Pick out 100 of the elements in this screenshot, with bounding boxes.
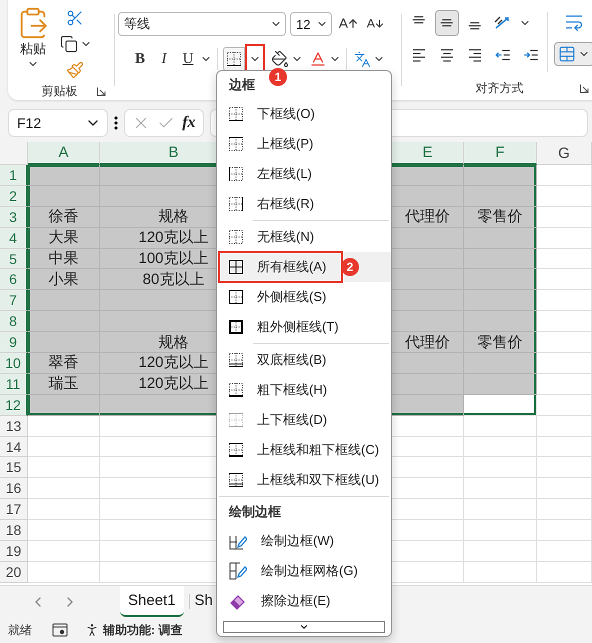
table-cell: 徐香 <box>28 206 100 228</box>
row-header[interactable]: 19 <box>0 541 28 562</box>
row-header[interactable]: 3 <box>0 206 28 228</box>
row-header[interactable]: 7 <box>0 290 28 312</box>
column-header[interactable]: F <box>464 142 537 165</box>
table-cell <box>537 416 592 437</box>
table-cell <box>28 541 100 562</box>
menu-item[interactable]: 上框线和双下框线(U) <box>217 465 391 495</box>
column-header[interactable]: E <box>392 142 464 165</box>
row-header[interactable]: 18 <box>0 520 28 542</box>
align-bottom-icon <box>468 22 482 30</box>
table-cell <box>392 269 464 290</box>
table-cell <box>537 165 592 186</box>
align-middle-button[interactable] <box>435 10 459 36</box>
row-header[interactable]: 8 <box>0 311 28 332</box>
border-top-icon <box>229 137 243 151</box>
table-cell <box>537 520 592 542</box>
group-label: 剪贴板 <box>42 82 78 100</box>
border-all-icon <box>229 260 243 274</box>
row-header[interactable]: 11 <box>0 374 28 395</box>
row-header[interactable]: 1 <box>0 165 28 186</box>
sheet-tab[interactable]: Sheet1 <box>120 586 184 617</box>
menu-item[interactable]: 绘制边框网格(G) <box>217 556 391 586</box>
table-cell <box>28 416 100 437</box>
border-top-double-bottom-icon <box>229 473 243 487</box>
row-header[interactable]: 6 <box>0 269 28 290</box>
row-header[interactable]: 17 <box>0 499 28 520</box>
menu-item[interactable]: 上框线和粗下框线(C) <box>217 435 391 465</box>
macro-record-icon[interactable] <box>52 623 68 637</box>
row-header[interactable]: 9 <box>0 332 28 354</box>
name-box[interactable]: F12 <box>8 109 108 137</box>
row-header[interactable]: 4 <box>0 228 28 249</box>
table-cell: 小果 <box>28 269 100 290</box>
row-header[interactable]: 2 <box>0 186 28 207</box>
row-header[interactable]: 10 <box>0 353 28 374</box>
table-cell: 大果 <box>28 228 100 249</box>
menu-item[interactable]: 下框线(O) <box>217 99 391 129</box>
row-header[interactable]: 13 <box>0 416 28 437</box>
table-cell <box>392 165 464 186</box>
insert-function-button[interactable]: fx <box>182 114 196 132</box>
border-double-bottom-icon <box>229 353 243 367</box>
sheet-tab[interactable]: Sh <box>194 586 213 617</box>
column-header[interactable]: G <box>537 142 592 165</box>
table-cell <box>537 499 592 520</box>
table-cell <box>537 332 592 354</box>
italic-button[interactable]: I <box>152 47 176 71</box>
table-cell <box>392 186 464 207</box>
table-cell <box>392 311 464 332</box>
paste-button[interactable]: 粘贴 <box>8 0 58 82</box>
border-thick-outside-icon <box>229 320 243 334</box>
font-name-field[interactable]: 等线 <box>118 12 286 36</box>
menu-item[interactable]: 上下框线(D) <box>217 405 391 435</box>
table-cell <box>28 394 100 416</box>
dialog-launcher-icon[interactable] <box>580 84 589 92</box>
table-cell <box>537 541 592 562</box>
border-none-icon <box>229 230 243 244</box>
align-top-icon <box>412 16 426 24</box>
table-cell <box>28 457 100 478</box>
font-size-field[interactable]: 12 <box>290 12 332 36</box>
scroll-down-button[interactable] <box>223 621 385 633</box>
border-top-bottom-icon <box>229 413 243 427</box>
border-thick-bottom-icon <box>229 383 243 397</box>
table-cell <box>392 290 464 312</box>
more-options-icon[interactable] <box>114 116 118 130</box>
dialog-launcher-icon[interactable] <box>97 86 106 96</box>
table-cell <box>537 394 592 416</box>
group-label: 对齐方式 <box>476 80 524 96</box>
callout-badge: 2 <box>341 258 359 276</box>
borders-icon <box>227 52 241 66</box>
table-cell: 零售价 <box>464 332 537 354</box>
accessibility-status[interactable]: 辅助功能: 调查 <box>103 622 182 638</box>
table-cell <box>537 311 592 332</box>
menu-item[interactable]: 所有框线(A) 2 <box>217 252 391 282</box>
table-cell <box>28 499 100 520</box>
align-left-icon <box>410 46 428 64</box>
bold-button[interactable]: B <box>128 47 152 71</box>
table-cell <box>537 457 592 478</box>
borders-button[interactable] <box>223 47 245 71</box>
scissors-icon <box>66 9 84 27</box>
row-header[interactable]: 15 <box>0 457 28 478</box>
menu-item[interactable]: 擦除边框(E) <box>217 586 391 616</box>
border-left-icon <box>229 167 243 181</box>
align-right-icon <box>466 46 484 64</box>
paintbrush-icon <box>66 61 84 79</box>
table-cell: 零售价 <box>464 206 537 228</box>
align-middle-icon <box>440 19 454 27</box>
merge-center-button[interactable] <box>554 42 592 66</box>
row-header[interactable]: 14 <box>0 436 28 458</box>
row-header[interactable]: 12 <box>0 394 28 416</box>
table-cell <box>28 311 100 332</box>
row-header[interactable]: 16 <box>0 478 28 500</box>
row-header[interactable]: 20 <box>0 562 28 583</box>
status-text: 就绪 <box>8 622 32 638</box>
table-cell <box>537 374 592 395</box>
menu-item[interactable]: 绘制边框(W) <box>217 526 391 556</box>
column-header[interactable]: A <box>28 142 100 165</box>
underline-button[interactable]: U <box>176 47 200 71</box>
table-cell <box>28 520 100 542</box>
row-header[interactable]: 5 <box>0 248 28 270</box>
table-cell <box>28 290 100 312</box>
